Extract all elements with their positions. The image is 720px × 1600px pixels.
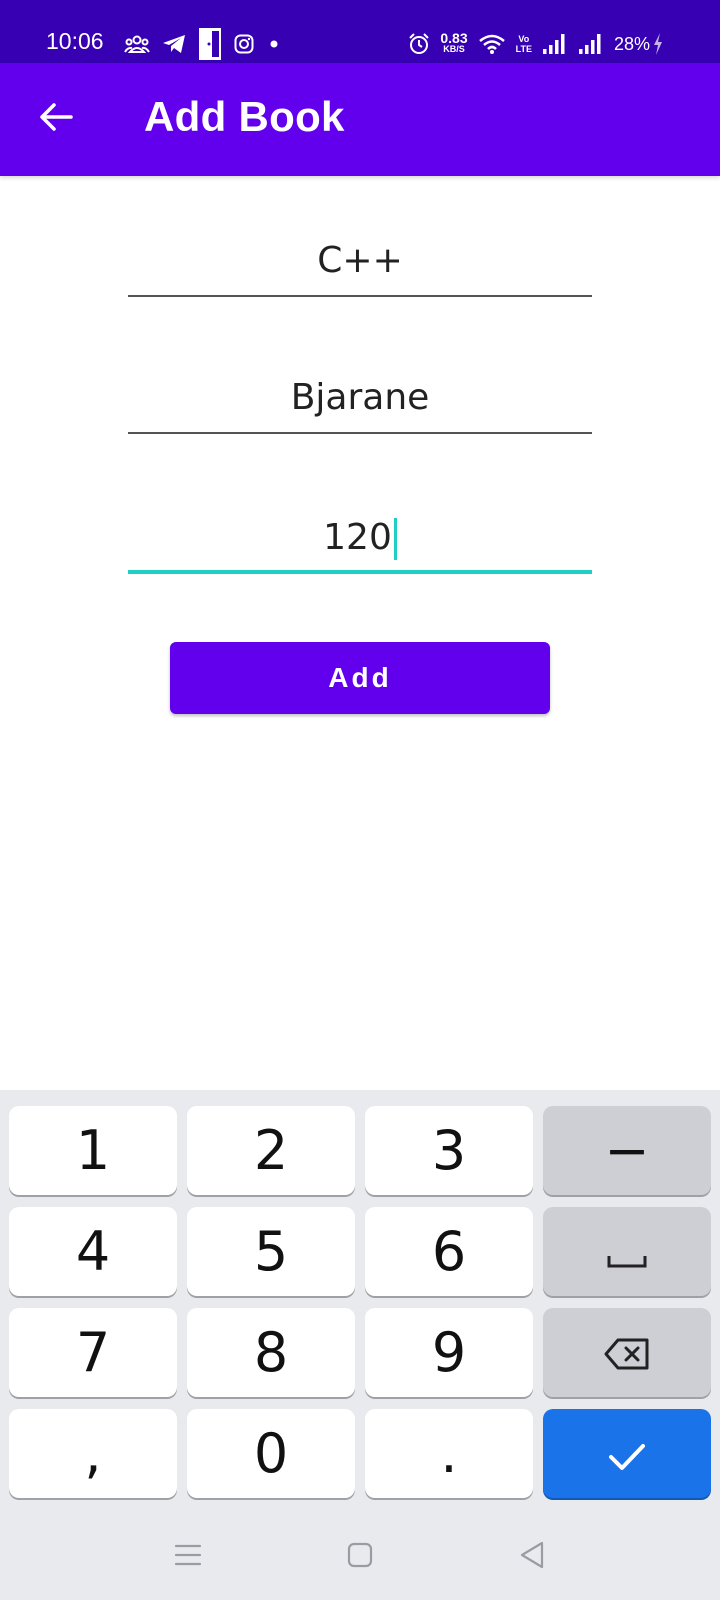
home-icon xyxy=(347,1542,373,1572)
check-icon xyxy=(607,1422,647,1485)
key-minus-label: − xyxy=(604,1118,650,1182)
system-icons: 0.83 KB/S Vo LTE 28% xyxy=(408,30,664,58)
app-bar: Add Book xyxy=(0,63,720,176)
status-bar: 10:06 0.83 KB/S Vo LTE 28% xyxy=(0,0,720,63)
key-7-label: 7 xyxy=(75,1320,111,1384)
group-icon xyxy=(124,34,150,54)
menu-icon xyxy=(174,1543,202,1571)
book-name-input[interactable]: C++ xyxy=(128,233,592,297)
recents-button[interactable] xyxy=(164,1537,212,1577)
input-underline xyxy=(128,295,592,297)
battery-level: 28% xyxy=(613,33,650,54)
book-name-value: C++ xyxy=(317,240,403,281)
key-3-label: 3 xyxy=(431,1118,467,1182)
system-nav-bar xyxy=(0,1513,720,1600)
key-9-label: 9 xyxy=(431,1320,467,1384)
key-6-label: 6 xyxy=(431,1219,467,1283)
alarm-icon xyxy=(408,33,430,55)
add-button-label: Add xyxy=(328,662,392,693)
numeric-keyboard: 1 2 3 − 4 5 6 7 8 9 , 0 . xyxy=(0,1090,720,1513)
author-value: Bjarane xyxy=(290,377,430,418)
key-backspace[interactable] xyxy=(543,1308,711,1397)
volte-bottom: LTE xyxy=(515,44,532,54)
net-speed-unit: KB/S xyxy=(443,44,465,54)
volte-top: Vo xyxy=(518,34,530,44)
key-2[interactable]: 2 xyxy=(187,1106,355,1195)
space-icon xyxy=(607,1220,647,1283)
key-period[interactable]: . xyxy=(365,1409,533,1498)
signal-icon xyxy=(578,33,604,55)
key-comma[interactable]: , xyxy=(9,1409,177,1498)
key-6[interactable]: 6 xyxy=(365,1207,533,1296)
telegram-icon xyxy=(162,34,186,54)
pages-value: 120 xyxy=(323,517,392,558)
home-button[interactable] xyxy=(336,1537,384,1577)
key-enter[interactable] xyxy=(543,1409,711,1498)
key-2-label: 2 xyxy=(253,1118,289,1182)
input-underline xyxy=(128,432,592,434)
arrow-back-icon xyxy=(39,102,73,136)
status-time: 10:06 xyxy=(46,28,104,54)
wifi-icon xyxy=(478,33,506,55)
key-1-label: 1 xyxy=(75,1118,111,1182)
backspace-icon xyxy=(604,1321,650,1384)
instagram-icon xyxy=(234,34,254,54)
charging-icon xyxy=(652,32,664,56)
pages-input[interactable]: 120 xyxy=(128,510,592,574)
key-9[interactable]: 9 xyxy=(365,1308,533,1397)
key-0[interactable]: 0 xyxy=(187,1409,355,1498)
key-8-label: 8 xyxy=(253,1320,289,1384)
key-7[interactable]: 7 xyxy=(9,1308,177,1397)
key-8[interactable]: 8 xyxy=(187,1308,355,1397)
text-cursor xyxy=(393,518,397,560)
key-period-label: . xyxy=(440,1421,458,1485)
back-triangle-icon xyxy=(518,1540,546,1574)
key-5-label: 5 xyxy=(253,1219,289,1283)
notification-icons xyxy=(124,27,282,61)
pages-value-wrap: 120 xyxy=(128,516,592,560)
key-0-label: 0 xyxy=(253,1421,289,1485)
back-button[interactable] xyxy=(28,91,84,147)
net-speed: 0.83 KB/S xyxy=(440,30,468,55)
volte-indicator: Vo LTE xyxy=(516,34,532,54)
key-space[interactable] xyxy=(543,1207,711,1296)
signal-icon xyxy=(542,33,568,55)
key-minus[interactable]: − xyxy=(543,1106,711,1195)
dot-icon xyxy=(266,34,282,54)
door-icon xyxy=(198,27,222,61)
key-comma-label: , xyxy=(84,1421,102,1485)
key-3[interactable]: 3 xyxy=(365,1106,533,1195)
page-title: Add Book xyxy=(144,93,345,140)
key-5[interactable]: 5 xyxy=(187,1207,355,1296)
key-1[interactable]: 1 xyxy=(9,1106,177,1195)
key-4-label: 4 xyxy=(75,1219,111,1283)
add-button[interactable]: Add xyxy=(170,642,550,714)
key-4[interactable]: 4 xyxy=(9,1207,177,1296)
author-input[interactable]: Bjarane xyxy=(128,370,592,434)
system-back-button[interactable] xyxy=(508,1537,556,1577)
net-speed-value: 0.83 xyxy=(440,30,468,46)
input-underline-focused xyxy=(128,570,592,574)
